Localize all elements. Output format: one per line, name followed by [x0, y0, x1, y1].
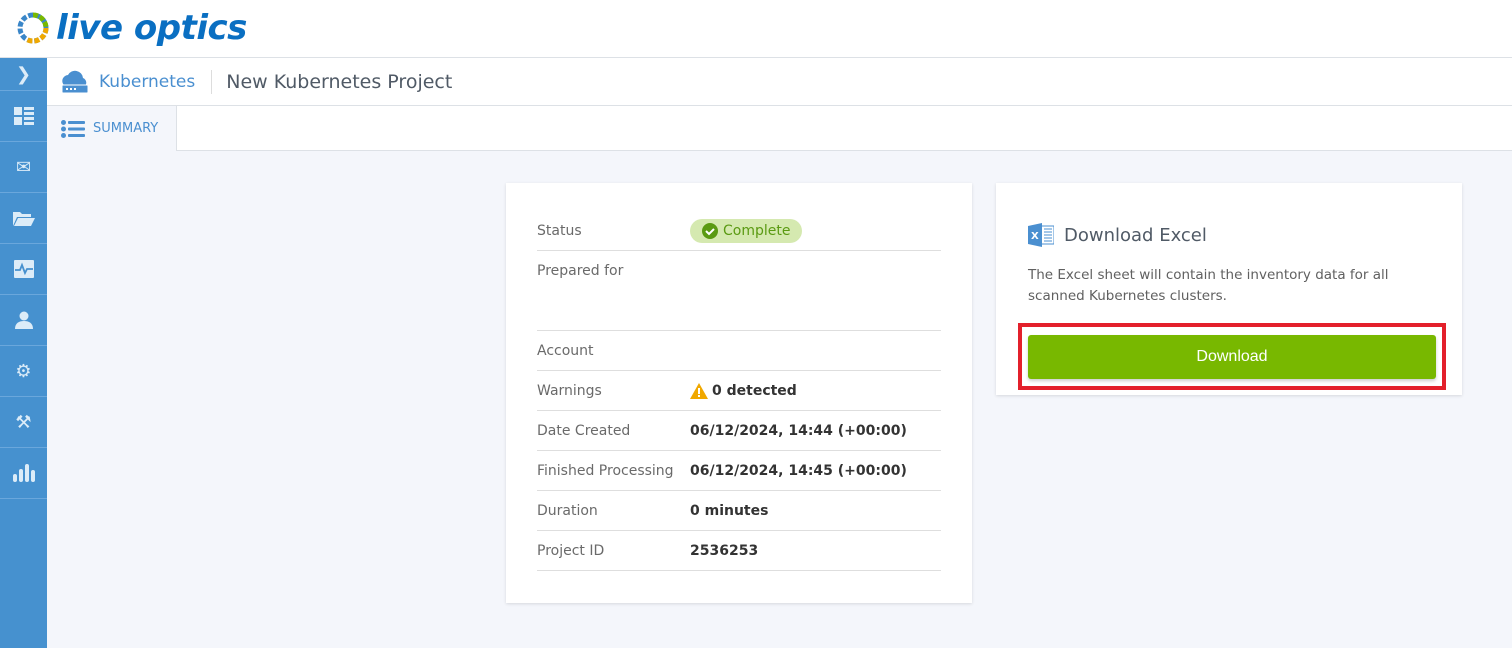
product-name: Kubernetes: [99, 71, 196, 92]
warnings-value: 0 detected: [690, 382, 797, 399]
account-row: Account: [537, 331, 941, 371]
title-bar: Kubernetes New Kubernetes Project: [47, 58, 1512, 106]
sidebar-expand-button[interactable]: ❯: [0, 58, 47, 91]
chevron-right-icon: ❯: [15, 63, 32, 85]
value: 06/12/2024, 14:44 (+00:00): [690, 422, 907, 439]
warning-icon: [690, 382, 708, 399]
summary-card: Status Complete Prepared for Account Warn…: [506, 183, 972, 603]
tab-summary[interactable]: SUMMARY: [47, 106, 177, 151]
tab-label: SUMMARY: [93, 121, 159, 136]
date-created-row: Date Created 06/12/2024, 14:44 (+00:00): [537, 411, 941, 451]
value: 2536253: [690, 542, 759, 559]
user-icon: [14, 311, 33, 329]
status-value: Complete: [723, 222, 791, 239]
label: Date Created: [537, 422, 631, 439]
svg-text:X: X: [1031, 231, 1039, 242]
label: Prepared for: [537, 263, 624, 279]
download-title: X Download Excel: [1028, 223, 1430, 247]
project-id-row: Project ID 2536253: [537, 531, 941, 571]
label: Duration: [537, 502, 598, 519]
prepared-for-row: Prepared for: [537, 251, 941, 331]
label: Warnings: [537, 382, 602, 399]
download-card: X Download Excel The Excel sheet will con…: [996, 183, 1462, 395]
tab-bar: SUMMARY: [47, 106, 1512, 151]
sidebar-item-reports[interactable]: [0, 448, 47, 499]
dashboard-icon: [13, 107, 34, 125]
duration-row: Duration 0 minutes: [537, 491, 941, 531]
sidebar-item-monitoring[interactable]: [0, 244, 47, 295]
value: 0 detected: [712, 382, 797, 399]
logo[interactable]: live optics: [16, 8, 247, 48]
check-circle-icon: [702, 222, 718, 239]
sidebar-item-profile[interactable]: [0, 295, 47, 346]
finished-row: Finished Processing 06/12/2024, 14:45 (+0…: [537, 451, 941, 491]
logo-text: live optics: [56, 8, 247, 48]
sidebar-item-projects[interactable]: [0, 193, 47, 244]
status-row: Status Complete: [537, 211, 941, 251]
page-title: New Kubernetes Project: [226, 70, 453, 93]
sidebar-item-tools[interactable]: ⚒: [0, 397, 47, 448]
gear-icon: ⚙: [15, 360, 32, 382]
warnings-row: Warnings 0 detected: [537, 371, 941, 411]
value: 06/12/2024, 14:45 (+00:00): [690, 462, 907, 479]
top-header: live optics: [0, 0, 1512, 58]
excel-icon: X: [1028, 223, 1054, 247]
cloud-server-icon: [61, 70, 89, 93]
mail-forward-icon: ✉: [15, 156, 32, 178]
download-button[interactable]: Download: [1028, 335, 1436, 379]
list-icon: [61, 119, 85, 138]
sidebar: ❯ ✉ ⚙ ⚒: [0, 58, 47, 648]
sidebar-item-settings[interactable]: ⚙: [0, 346, 47, 397]
bar-chart-icon: [12, 464, 35, 482]
download-description: The Excel sheet will contain the invento…: [1028, 267, 1389, 304]
logo-icon: [17, 12, 49, 44]
monitor-pulse-icon: [13, 260, 34, 278]
label: Account: [537, 342, 594, 359]
label: Project ID: [537, 542, 605, 559]
status-badge: Complete: [690, 218, 803, 243]
sidebar-item-messages[interactable]: ✉: [0, 142, 47, 193]
value: 0 minutes: [690, 502, 769, 519]
sidebar-item-dashboard[interactable]: [0, 91, 47, 142]
download-title-text: Download Excel: [1064, 224, 1207, 246]
folder-open-icon: [12, 212, 35, 226]
label: Status: [537, 222, 582, 239]
label: Finished Processing: [537, 462, 674, 479]
tools-icon: ⚒: [15, 411, 32, 433]
product-breadcrumb[interactable]: Kubernetes: [59, 69, 213, 94]
